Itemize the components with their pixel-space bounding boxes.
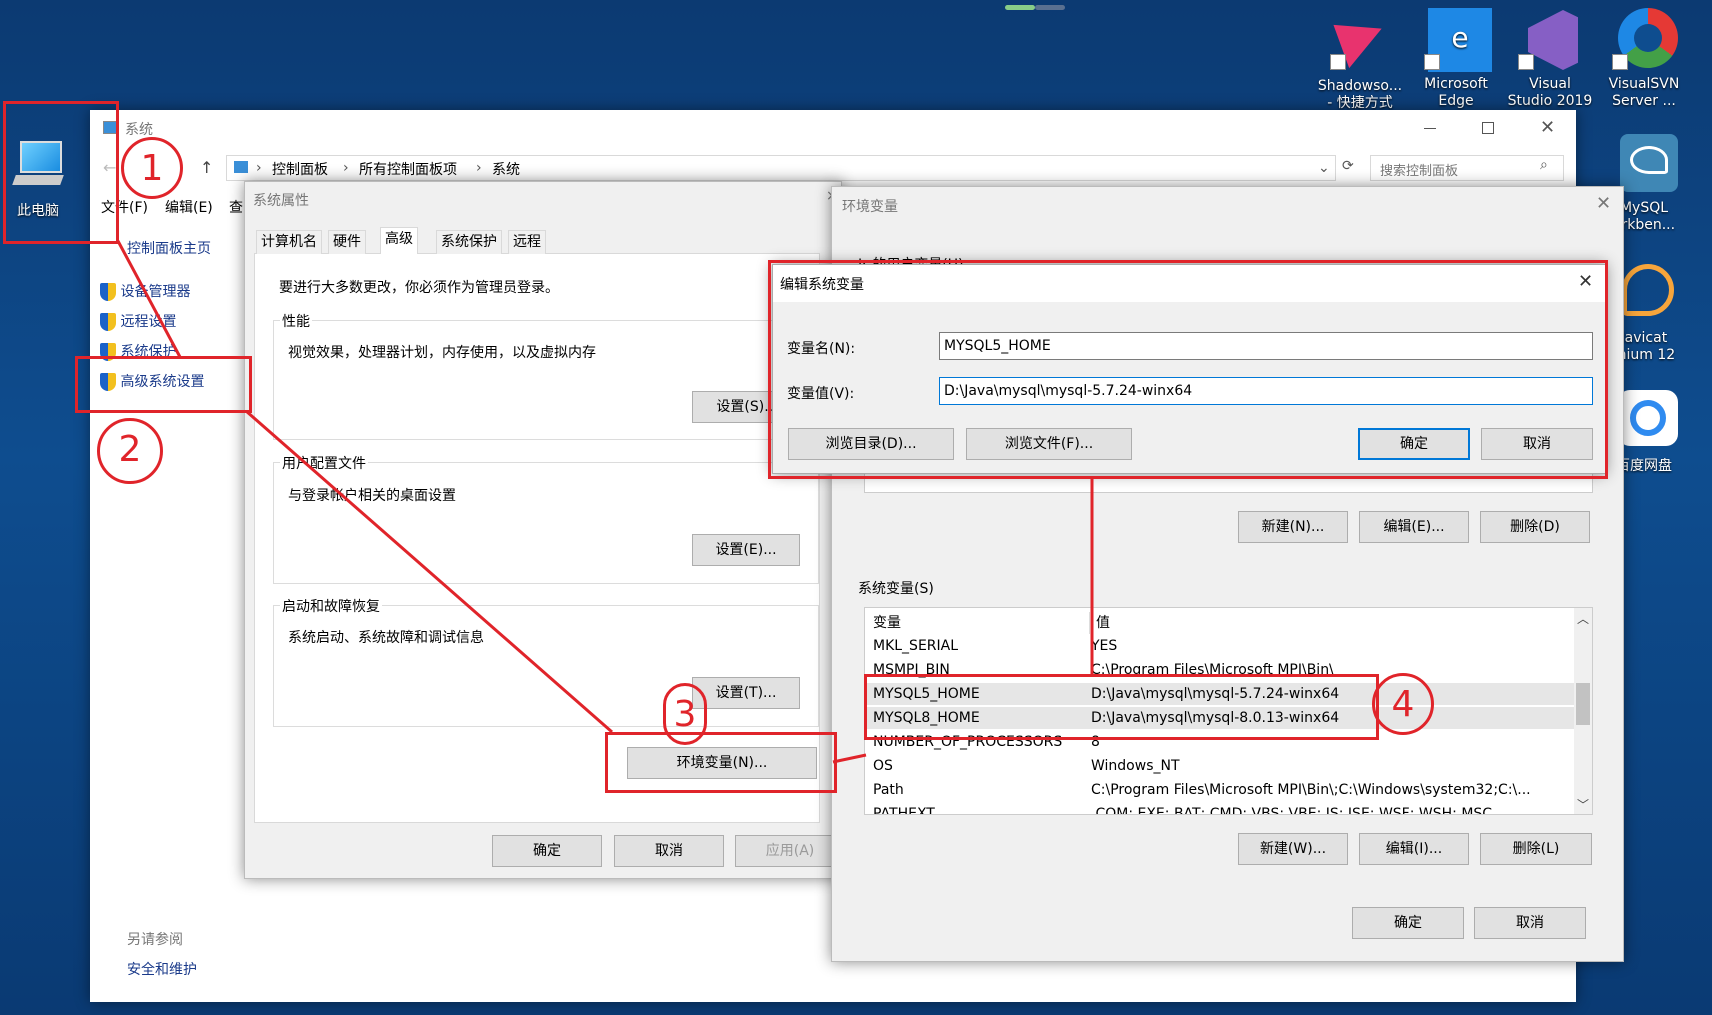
annotation-lines: [116, 240, 1094, 764]
annotation-line-1-2: [116, 240, 182, 358]
annotation-circle-1: 1: [121, 137, 183, 199]
annotation-circle-4: 4: [1372, 673, 1434, 735]
annotation-line-2-3: [245, 409, 613, 734]
annotation-box-advanced-settings: [75, 356, 252, 413]
annotation-box-edit-dialog: [768, 260, 1608, 479]
annotation-box-this-pc: [3, 101, 119, 244]
annotation-box-mysql-rows: [864, 674, 1379, 740]
annotation-line-3-4: [832, 753, 867, 764]
annotation-circle-3: 3: [663, 683, 707, 745]
annotation-circle-2: 2: [97, 418, 163, 484]
annotation-box-env-button: [605, 732, 837, 793]
